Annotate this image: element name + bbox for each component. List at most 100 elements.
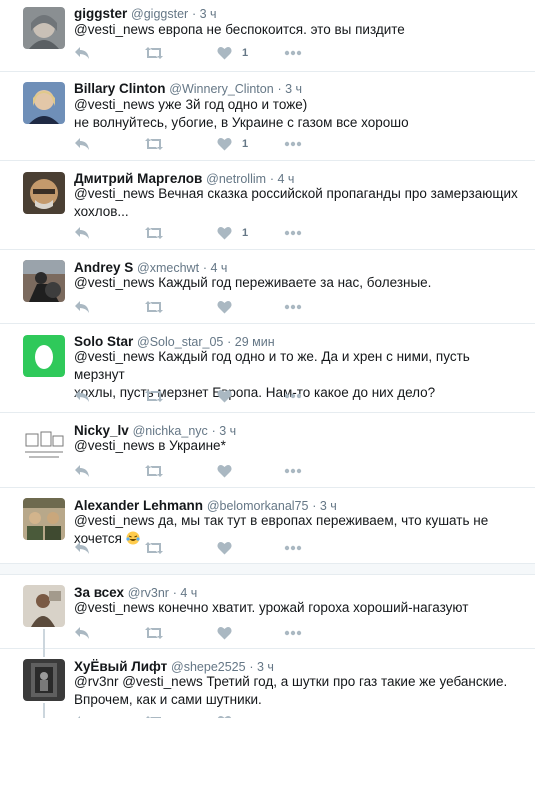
mention-link[interactable]: @vesti_news <box>74 186 155 201</box>
reply-button[interactable] <box>74 45 90 61</box>
retweet-button[interactable] <box>145 225 163 241</box>
timestamp[interactable]: · 3 ч <box>249 660 274 674</box>
like-button[interactable] <box>217 388 242 404</box>
user-handle[interactable]: @shepe2525 <box>171 660 246 674</box>
retweet-button[interactable] <box>145 463 163 479</box>
like-button[interactable]: 1 <box>217 45 248 61</box>
mention-link[interactable]: @vesti_news <box>74 275 155 290</box>
timestamp[interactable]: · 4 ч <box>173 586 198 600</box>
reply-button[interactable] <box>74 136 90 152</box>
like-button[interactable]: 1 <box>217 136 248 152</box>
tweet[interactable]: Nicky_lv @nichka_nyc · 3 ч @vesti_news в… <box>0 413 535 488</box>
like-button[interactable]: 1 <box>217 225 248 241</box>
more-dots-icon <box>284 141 302 147</box>
retweet-button[interactable] <box>145 136 163 152</box>
avatar[interactable] <box>23 335 65 377</box>
display-name[interactable]: Alexander Lehmann <box>74 498 203 513</box>
mention-link[interactable]: @vesti_news <box>74 97 155 112</box>
timestamp[interactable]: · 4 ч <box>270 172 295 186</box>
more-button[interactable] <box>284 463 302 479</box>
reply-button[interactable] <box>74 714 90 718</box>
reply-button[interactable] <box>74 625 90 641</box>
tweet[interactable]: Solo Star @Solo_star_05 · 29 мин @vesti_… <box>0 324 535 413</box>
reply-button[interactable] <box>74 225 90 241</box>
reply-icon <box>74 46 90 60</box>
more-button[interactable] <box>284 225 302 241</box>
mention-link[interactable]: @vesti_news <box>74 438 155 453</box>
avatar[interactable] <box>23 659 65 701</box>
user-handle[interactable]: @xmechwt <box>137 261 199 275</box>
mention-link[interactable]: @vesti_news <box>74 600 155 615</box>
more-button[interactable] <box>284 714 302 718</box>
like-button[interactable] <box>217 625 242 641</box>
tweet[interactable]: За всех @rv3nr · 4 ч @vesti_news конечно… <box>0 575 535 649</box>
display-name[interactable]: ХуЁвый Лифт <box>74 659 167 674</box>
user-handle[interactable]: @rv3nr <box>128 586 169 600</box>
avatar[interactable] <box>23 260 65 302</box>
timestamp[interactable]: · 3 ч <box>192 7 217 21</box>
more-button[interactable] <box>284 388 302 404</box>
avatar[interactable] <box>23 7 65 49</box>
display-name[interactable]: Solo Star <box>74 334 133 349</box>
reply-button[interactable] <box>74 463 90 479</box>
tweet[interactable]: ХуЁвый Лифт @shepe2525 · 3 ч @rv3nr @ves… <box>0 649 535 718</box>
mention-link[interactable]: @vesti_news <box>74 22 155 37</box>
user-handle[interactable]: @giggster <box>131 7 188 21</box>
timestamp[interactable]: · 3 ч <box>212 424 237 438</box>
display-name[interactable]: Дмитрий Маргелов <box>74 171 202 186</box>
retweet-button[interactable] <box>145 388 163 404</box>
retweet-button[interactable] <box>145 540 163 556</box>
retweet-icon <box>145 389 163 403</box>
display-name[interactable]: За всех <box>74 585 124 600</box>
timestamp[interactable]: · 4 ч <box>203 261 228 275</box>
retweet-icon <box>145 541 163 555</box>
timestamp[interactable]: · 3 ч <box>312 499 337 513</box>
user-handle[interactable]: @Winnery_Clinton <box>169 82 273 96</box>
user-handle[interactable]: @Solo_star_05 <box>137 335 223 349</box>
timestamp[interactable]: · 29 мин <box>227 335 275 349</box>
like-button[interactable] <box>217 463 242 479</box>
reply-button[interactable] <box>74 540 90 556</box>
retweet-button[interactable] <box>145 625 163 641</box>
display-name[interactable]: Billary Clinton <box>74 81 166 96</box>
tweet[interactable]: giggster @giggster · 3 ч @vesti_news евр… <box>0 0 535 72</box>
more-button[interactable] <box>284 625 302 641</box>
user-handle[interactable]: @belomorkanal75 <box>207 499 309 513</box>
avatar[interactable] <box>23 424 65 466</box>
like-button[interactable] <box>217 299 242 315</box>
display-name[interactable]: giggster <box>74 6 127 21</box>
tweet[interactable]: Alexander Lehmann @belomorkanal75 · 3 ч … <box>0 488 535 564</box>
heart-icon <box>217 464 232 478</box>
retweet-button[interactable] <box>145 299 163 315</box>
mention-link[interactable]: @vesti_news <box>74 349 155 364</box>
reply-button[interactable] <box>74 299 90 315</box>
tweet-header: giggster @giggster · 3 ч <box>74 6 217 22</box>
like-button[interactable] <box>217 714 242 718</box>
user-handle[interactable]: @nichka_nyc <box>133 424 208 438</box>
mention-link[interactable]: @vesti_news <box>74 513 155 528</box>
tweet[interactable]: Дмитрий Маргелов @netrollim · 4 ч @vesti… <box>0 161 535 250</box>
retweet-icon <box>145 300 163 314</box>
retweet-button[interactable] <box>145 714 163 718</box>
mention-link[interactable]: @rv3nr @vesti_news <box>74 674 203 689</box>
more-button[interactable] <box>284 136 302 152</box>
avatar[interactable] <box>23 172 65 214</box>
more-button[interactable] <box>284 45 302 61</box>
timestamp[interactable]: · 3 ч <box>277 82 302 96</box>
avatar[interactable] <box>23 585 65 627</box>
more-dots-icon <box>284 304 302 310</box>
retweet-button[interactable] <box>145 45 163 61</box>
like-button[interactable] <box>217 540 242 556</box>
tweet[interactable]: Andrey S @xmechwt · 4 ч @vesti_news Кажд… <box>0 250 535 324</box>
reply-button[interactable] <box>74 388 90 404</box>
user-handle[interactable]: @netrollim <box>206 172 266 186</box>
reply-icon <box>74 389 90 403</box>
avatar[interactable] <box>23 498 65 540</box>
tweet[interactable]: Billary Clinton @Winnery_Clinton · 3 ч @… <box>0 72 535 161</box>
tweet-text: @vesti_news Каждый год переживаете за на… <box>74 274 524 292</box>
more-button[interactable] <box>284 299 302 315</box>
display-name[interactable]: Andrey S <box>74 260 133 275</box>
avatar[interactable] <box>23 82 65 124</box>
display-name[interactable]: Nicky_lv <box>74 423 129 438</box>
more-button[interactable] <box>284 540 302 556</box>
